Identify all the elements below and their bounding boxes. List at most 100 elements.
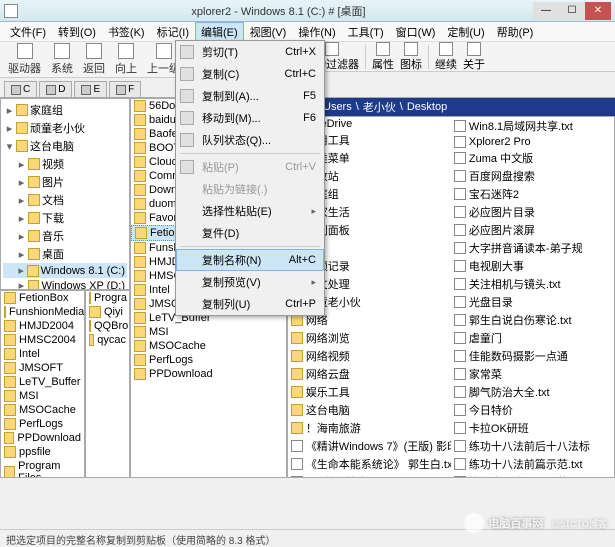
tree-node[interactable]: ▾这台电脑	[3, 137, 127, 155]
list-item[interactable]: ppsfile	[1, 445, 84, 459]
list-item[interactable]: Xplorer2 Pro	[451, 135, 614, 149]
tree-node[interactable]: ▸顽童老小伙	[3, 119, 127, 137]
toolbtn-0[interactable]: 驱动器	[4, 42, 45, 77]
toolbtn-r-3[interactable]: 继续	[435, 42, 457, 72]
menu-item[interactable]: 选择性粘贴(E)▸	[176, 200, 324, 222]
expand-icon[interactable]: ▸	[17, 194, 26, 207]
toolbtn-3[interactable]: 向上	[111, 42, 141, 77]
menu-item[interactable]: 复制(C)Ctrl+C	[176, 63, 324, 85]
address-bar[interactable]: «C:\Users\老小伙\Desktop	[287, 98, 615, 116]
toolbtn-1[interactable]: 系统	[47, 42, 77, 77]
list-item[interactable]: ！海南旅游	[288, 419, 451, 437]
list-item[interactable]: FetionBox	[1, 291, 84, 305]
list-item[interactable]: 电视剧大事	[451, 257, 614, 275]
list-item[interactable]: Progra	[86, 291, 129, 305]
toolbtn-2[interactable]: 返回	[79, 42, 109, 77]
menu-6[interactable]: 操作(N)	[292, 22, 341, 42]
list-item[interactable]: 宝石迷阵2	[451, 185, 614, 203]
menu-item[interactable]: 复制名称(N)Alt+C	[176, 249, 324, 271]
list-item[interactable]: 网络云盘	[288, 365, 451, 383]
list-item[interactable]: 练功十八法前后十八法标	[451, 437, 614, 455]
list-item[interactable]: PerfLogs	[131, 353, 286, 367]
drive-tab-E[interactable]: E	[74, 81, 107, 97]
list-item[interactable]: PerfLogs	[1, 417, 84, 431]
list-item[interactable]: 练功十八法正面示范	[451, 473, 614, 477]
list-item[interactable]: MSOCache	[131, 339, 286, 353]
expand-icon[interactable]: ▸	[5, 104, 14, 117]
list-item[interactable]: 必应图片目录	[451, 203, 614, 221]
bottom-list-a[interactable]: FetionBoxFunshionMediaHMJD2004HMSC2004In…	[0, 290, 85, 478]
list-item[interactable]: PPDownload	[1, 431, 84, 445]
drive-tab-F[interactable]: F	[109, 81, 141, 97]
list-item[interactable]: 网络浏览	[288, 329, 451, 347]
list-item[interactable]: qycac	[86, 333, 129, 347]
list-item[interactable]: 练功十八法前篇示范.txt	[451, 455, 614, 473]
list-item[interactable]: 虐童门	[451, 329, 614, 347]
menu-4[interactable]: 编辑(E)	[195, 22, 244, 42]
list-item[interactable]: MSI	[131, 325, 286, 339]
menu-9[interactable]: 定制(U)	[441, 22, 490, 42]
menu-7[interactable]: 工具(T)	[342, 22, 390, 42]
list-item[interactable]: 脚气防治大全.txt	[451, 383, 614, 401]
tree-node[interactable]: ▸Windows XP (D:)	[3, 278, 127, 290]
expand-icon[interactable]: ▾	[5, 140, 14, 153]
breadcrumb-seg[interactable]: 老小伙	[363, 99, 396, 115]
expand-icon[interactable]: ▸	[17, 158, 26, 171]
menu-10[interactable]: 帮助(P)	[491, 22, 540, 42]
tree-node[interactable]: ▸下载	[3, 209, 127, 227]
menu-item[interactable]: 复件(D)	[176, 222, 324, 244]
list-item[interactable]: JMSOFT	[1, 361, 84, 375]
menu-item[interactable]: 复制预览(V)▸	[176, 271, 324, 293]
list-item[interactable]: 必应图片滚屏	[451, 221, 614, 239]
menu-2[interactable]: 书签(K)	[102, 22, 151, 42]
tree-node[interactable]: ▸图片	[3, 173, 127, 191]
list-item[interactable]: 360软件管家	[288, 473, 451, 477]
list-item[interactable]: 光盘目录	[451, 293, 614, 311]
drive-tab-D[interactable]: D	[39, 81, 72, 97]
tree-node[interactable]: ▸文档	[3, 191, 127, 209]
right-file-list[interactable]: OneDrive常用工具分类菜单回收站家庭组居家生活控制面板库视频记录图文处理顽…	[287, 116, 615, 478]
list-item[interactable]: Intel	[1, 347, 84, 361]
bottom-list-b[interactable]: PrograQiyiQQBroqycac	[85, 290, 130, 478]
menu-8[interactable]: 窗口(W)	[390, 22, 442, 42]
toolbtn-r-1[interactable]: 属性	[372, 42, 394, 72]
menu-item[interactable]: 复制列(U)Ctrl+P	[176, 293, 324, 315]
tree-node[interactable]: ▸家庭组	[3, 101, 127, 119]
list-item[interactable]: HMJD2004	[1, 319, 84, 333]
list-item[interactable]: FunshionMedia	[1, 305, 84, 319]
list-item[interactable]: 卡拉OK研班	[451, 419, 614, 437]
list-item[interactable]: 大字拼音诵读本-弟子规	[451, 239, 614, 257]
list-item[interactable]: QQBro	[86, 319, 129, 333]
menu-3[interactable]: 标记(I)	[151, 22, 195, 42]
close-button[interactable]: ✕	[585, 2, 611, 20]
menu-item[interactable]: 复制到(A)...F5	[176, 85, 324, 107]
list-item[interactable]: 《精讲Windows 7》(王版) 影印版	[288, 437, 451, 455]
list-item[interactable]: 娱乐工具	[288, 383, 451, 401]
list-item[interactable]: 《生命本能系统论》 郭生白.txt	[288, 455, 451, 473]
toolbtn-r-2[interactable]: 图标	[400, 42, 422, 72]
menu-item[interactable]: 剪切(T)Ctrl+X	[176, 41, 324, 63]
expand-icon[interactable]: ▸	[5, 122, 14, 135]
expand-icon[interactable]: ▸	[17, 212, 26, 225]
folder-tree[interactable]: ▸家庭组▸顽童老小伙▾这台电脑▸视频▸图片▸文档▸下载▸音乐▸桌面▸Window…	[0, 98, 130, 290]
list-item[interactable]: 今日特价	[451, 401, 614, 419]
expand-icon[interactable]: ▸	[17, 248, 26, 261]
list-item[interactable]: Program Files	[1, 459, 84, 478]
list-item[interactable]: 关注相机与镜头.txt	[451, 275, 614, 293]
breadcrumb-seg[interactable]: Desktop	[407, 101, 447, 113]
tree-node[interactable]: ▸桌面	[3, 245, 127, 263]
tree-node[interactable]: ▸视频	[3, 155, 127, 173]
minimize-button[interactable]: —	[533, 2, 559, 20]
list-item[interactable]: LeTV_Buffer	[1, 375, 84, 389]
list-item[interactable]: HMSC2004	[1, 333, 84, 347]
menu-item[interactable]: 移动到(M)...F6	[176, 107, 324, 129]
list-item[interactable]: MSOCache	[1, 403, 84, 417]
list-item[interactable]: 网络视频	[288, 347, 451, 365]
list-item[interactable]: 郭生白说白伤寒论.txt	[451, 311, 614, 329]
breadcrumb-seg[interactable]: Users	[323, 101, 352, 113]
list-item[interactable]: Zuma 中文版	[451, 149, 614, 167]
tree-node[interactable]: ▸Windows 8.1 (C:)	[3, 263, 127, 278]
list-item[interactable]: MSI	[1, 389, 84, 403]
drive-tab-C[interactable]: C	[4, 81, 37, 97]
list-item[interactable]: 这台电脑	[288, 401, 451, 419]
